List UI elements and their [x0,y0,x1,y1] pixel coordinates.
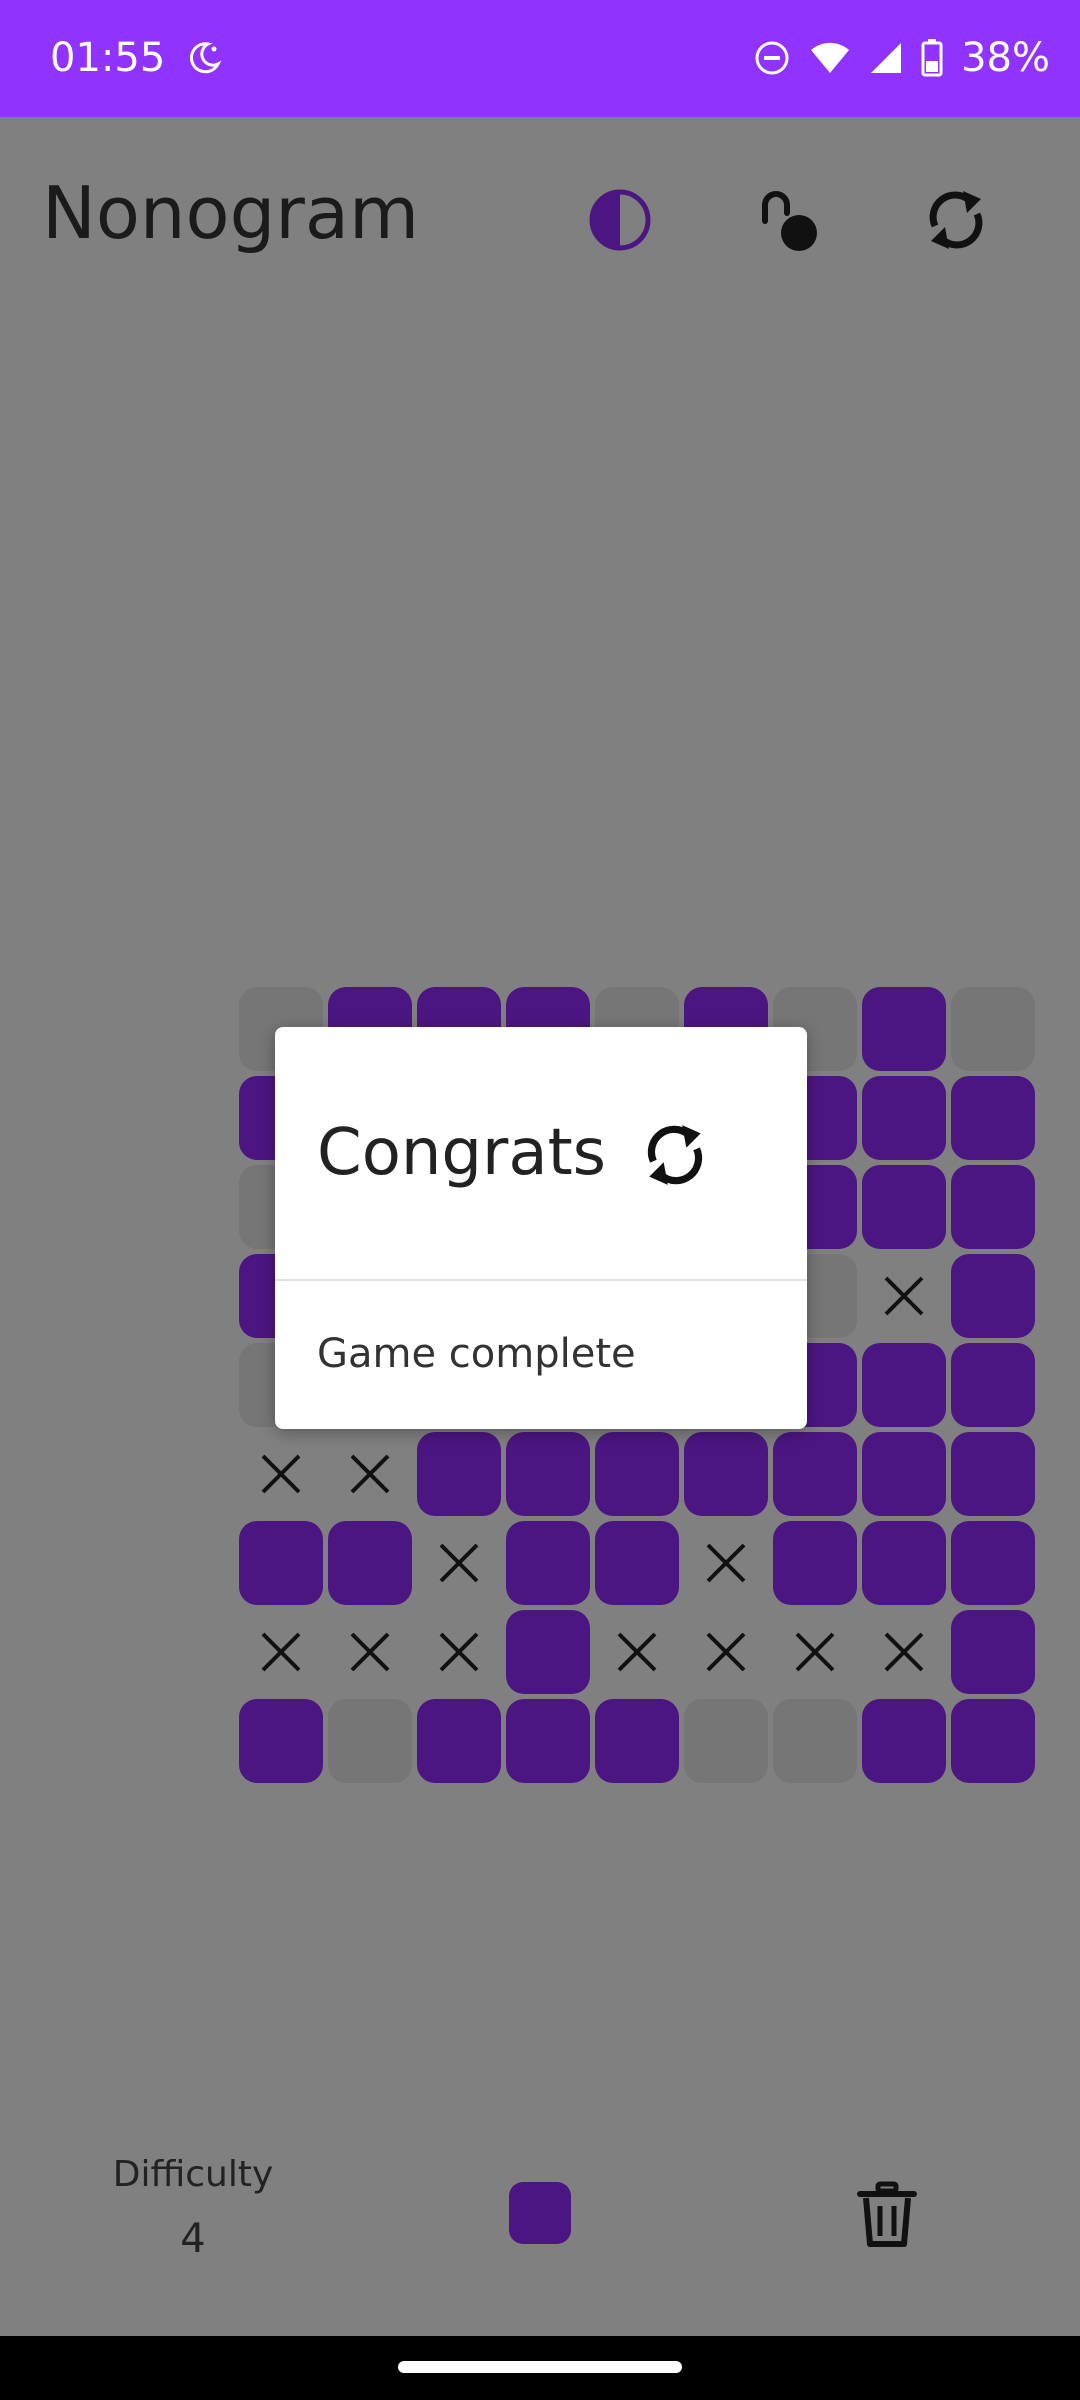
trash-icon[interactable] [850,2178,924,2252]
fill-mode-swatch[interactable] [509,2182,571,2244]
dialog-divider [275,1279,807,1281]
difficulty-value[interactable]: 4 [100,2212,286,2266]
congrats-dialog: Congrats Game complete [275,1027,807,1429]
dialog-title: Congrats [317,1116,606,1190]
dialog-message: Game complete [317,1331,636,1377]
refresh-icon[interactable] [639,1119,711,1191]
home-gesture-handle[interactable] [398,2361,682,2373]
difficulty-label: Difficulty [112,2154,274,2195]
